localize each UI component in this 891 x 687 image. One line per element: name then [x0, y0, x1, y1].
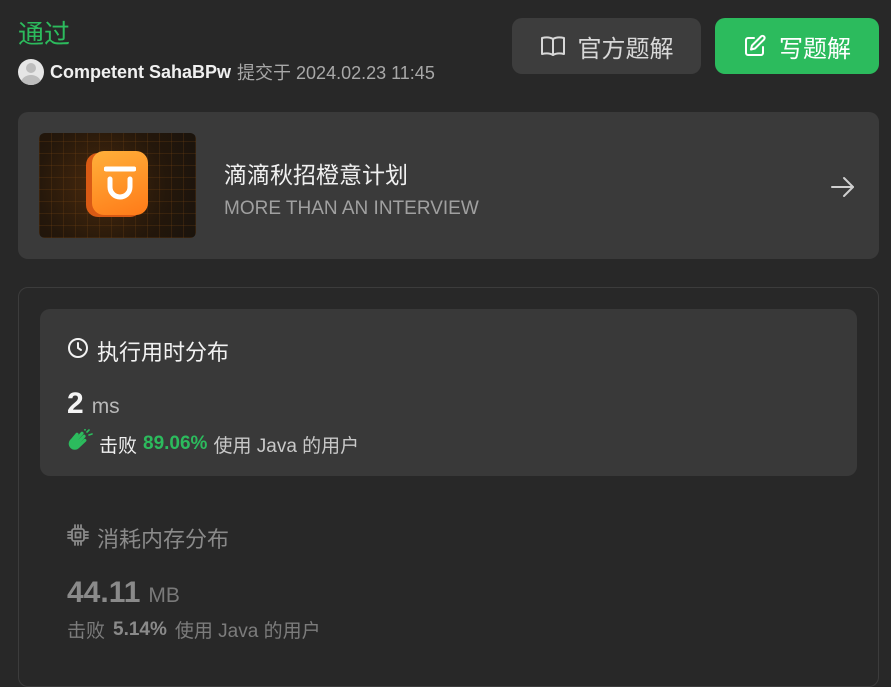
- clap-icon: [67, 428, 93, 459]
- clock-icon: [67, 337, 89, 365]
- avatar[interactable]: [18, 59, 44, 85]
- chip-icon: [67, 524, 89, 552]
- runtime-percentile: 89.06%: [143, 433, 208, 454]
- write-solution-button[interactable]: 写题解: [715, 18, 879, 74]
- runtime-title: 执行用时分布: [67, 335, 229, 367]
- runtime-card[interactable]: 执行用时分布 2 ms 击败 89.06% 使用 Java 的用户: [40, 309, 857, 476]
- runtime-title-text: 执行用时分布: [97, 341, 230, 366]
- username-link[interactable]: Competent SahaBPw: [50, 62, 231, 83]
- memory-unit: MB: [148, 584, 180, 607]
- banner-title: 滴滴秋招橙意计划: [224, 163, 408, 189]
- official-solution-label: 官方题解: [577, 35, 674, 63]
- runtime-beats-suffix: 使用 Java 的用户: [213, 435, 360, 457]
- official-solution-button[interactable]: 官方题解: [512, 18, 701, 74]
- runtime-unit: ms: [91, 395, 120, 418]
- submission-status: 通过: [18, 20, 71, 50]
- memory-percentile: 5.14%: [113, 618, 167, 640]
- beats-label: 击败: [99, 435, 138, 457]
- memory-value: 44.11: [67, 576, 141, 609]
- promo-banner[interactable]: 滴滴秋招橙意计划 MORE THAN AN INTERVIEW: [18, 112, 879, 259]
- banner-image: [39, 133, 196, 238]
- memory-title: 消耗内存分布: [67, 522, 321, 554]
- memory-beats: 击败 5.14% 使用 Java 的用户: [67, 616, 321, 643]
- memory-beats-label: 击败: [67, 621, 106, 642]
- didi-logo-icon: [92, 151, 148, 215]
- write-solution-label: 写题解: [779, 35, 851, 63]
- memory-section[interactable]: 消耗内存分布 44.11 MB 击败 5.14% 使用 Java 的用户: [67, 522, 321, 643]
- runtime-beats: 击败 89.06% 使用 Java 的用户: [67, 428, 360, 459]
- edit-icon: [743, 34, 767, 58]
- banner-subtitle: MORE THAN AN INTERVIEW: [224, 198, 479, 219]
- submitter-info: Competent SahaBPw 提交于 2024.02.23 11:45: [18, 58, 435, 86]
- submitted-time: 提交于 2024.02.23 11:45: [237, 63, 435, 83]
- runtime-value-row: 2 ms: [67, 387, 120, 421]
- memory-beats-suffix: 使用 Java 的用户: [174, 621, 321, 642]
- arrow-right-icon: [830, 174, 856, 205]
- memory-title-text: 消耗内存分布: [97, 528, 230, 553]
- memory-value-row: 44.11 MB: [67, 576, 321, 610]
- runtime-value: 2: [67, 387, 84, 420]
- book-icon: [540, 35, 566, 57]
